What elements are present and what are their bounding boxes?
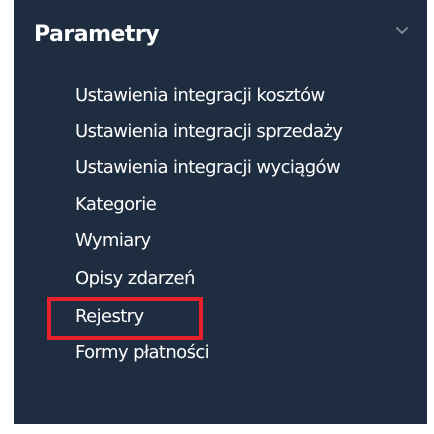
- chevron-down-icon[interactable]: [393, 22, 411, 40]
- menu-item-ustawienia-integracji-kosztow[interactable]: Ustawienia integracji kosztów: [75, 83, 325, 109]
- menu-item-ustawienia-integracji-sprzedazy[interactable]: Ustawienia integracji sprzedaży: [75, 119, 343, 145]
- menu-item-kategorie[interactable]: Kategorie: [75, 192, 157, 218]
- sidebar-panel: Parametry Ustawienia integracji kosztów …: [14, 0, 427, 424]
- section-header-parametry[interactable]: Parametry: [18, 8, 423, 64]
- menu-item-ustawienia-integracji-wyciagow[interactable]: Ustawienia integracji wyciągów: [75, 155, 341, 181]
- menu-item-formy-platnosci[interactable]: Formy płatności: [75, 340, 210, 366]
- menu-item-wymiary[interactable]: Wymiary: [75, 228, 151, 254]
- highlight-box-rejestry: [47, 297, 203, 340]
- section-title: Parametry: [34, 22, 160, 47]
- menu-item-opisy-zdarzen[interactable]: Opisy zdarzeń: [75, 266, 195, 292]
